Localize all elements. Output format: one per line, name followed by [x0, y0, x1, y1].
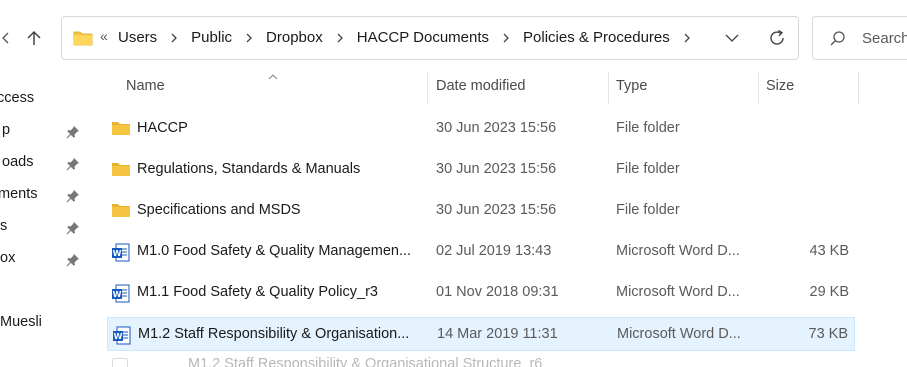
nav-item-downloads[interactable]: oads	[0, 150, 100, 178]
file-row[interactable]: W M1.1 Food Safety & Quality Policy_r3 0…	[107, 276, 855, 310]
breadcrumb-dropbox[interactable]: Dropbox	[266, 29, 323, 46]
nav-item-label: ments	[0, 186, 38, 202]
file-row[interactable]: Regulations, Standards & Manuals 30 Jun …	[107, 153, 855, 187]
search-input[interactable]: Search	[812, 16, 907, 60]
svg-text:W: W	[114, 332, 123, 341]
column-header-row: Name Date modified Type Size	[107, 72, 859, 104]
navigation-pane: ccess p oads ments s ox Muesli	[0, 72, 100, 367]
refresh-icon[interactable]	[766, 27, 788, 52]
file-name: HACCP	[137, 120, 188, 136]
nav-item-dropbox[interactable]: ox	[0, 246, 100, 274]
svg-text:W: W	[113, 249, 122, 258]
nav-item-label: ox	[0, 250, 16, 266]
sort-ascending-icon	[267, 68, 279, 84]
column-divider[interactable]	[858, 72, 859, 104]
nav-item-label: ccess	[0, 90, 35, 106]
up-arrow-icon[interactable]	[20, 24, 48, 52]
file-date-modified: 01 Nov 2018 09:31	[436, 284, 559, 300]
file-name: Regulations, Standards & Manuals	[137, 161, 361, 177]
breadcrumb-public[interactable]: Public	[191, 29, 232, 46]
file-name: M1.2 Staff Responsibility & Organisation…	[138, 326, 410, 342]
file-type: Microsoft Word D...	[616, 243, 740, 259]
file-size: 43 KB	[809, 243, 850, 259]
breadcrumb-haccp-documents[interactable]: HACCP Documents	[357, 29, 489, 46]
file-date-modified: 30 Jun 2023 15:56	[436, 202, 557, 218]
file-size: 73 KB	[808, 326, 849, 342]
file-name: M1.1 Food Safety & Quality Policy_r3	[137, 284, 378, 300]
nav-item-desktop[interactable]: p	[0, 118, 100, 146]
chevron-right-icon[interactable]	[683, 32, 691, 44]
pin-icon	[66, 125, 80, 142]
file-type: File folder	[616, 161, 680, 177]
column-header-size[interactable]: Size	[766, 78, 794, 94]
chevron-right-icon[interactable]	[502, 32, 510, 44]
file-date-modified: 02 Jul 2019 13:43	[436, 243, 552, 259]
file-type: File folder	[616, 202, 680, 218]
word-document-icon: W	[112, 326, 132, 349]
file-name: M1.0 Food Safety & Quality Managemen...	[137, 243, 412, 259]
folder-icon	[111, 161, 131, 180]
search-icon	[829, 30, 847, 51]
nav-item-label: oads	[2, 154, 34, 170]
column-header-name[interactable]: Name	[126, 78, 165, 94]
nav-item-quick-access[interactable]: ccess	[0, 86, 100, 114]
chevron-right-icon[interactable]	[336, 32, 344, 44]
nav-item-documents[interactable]: ments	[0, 182, 100, 210]
file-name: Specifications and MSDS	[137, 202, 301, 218]
breadcrumb-overflow-icon[interactable]: «	[100, 28, 108, 44]
chevron-right-icon[interactable]	[245, 32, 253, 44]
file-row[interactable]: HACCP 30 Jun 2023 15:56 File folder	[107, 112, 855, 146]
folder-icon	[73, 29, 93, 50]
navigation-toolbar: « Users Public Dropbox HACCP Documents P…	[0, 0, 907, 72]
nav-item-label: Muesli	[0, 314, 42, 330]
file-date-modified: 30 Jun 2023 15:56	[436, 161, 557, 177]
breadcrumb-policies-procedures[interactable]: Policies & Procedures	[523, 29, 670, 46]
file-date-modified: 30 Jun 2023 15:56	[436, 120, 557, 136]
pin-icon	[66, 189, 80, 206]
address-bar[interactable]: « Users Public Dropbox HACCP Documents P…	[61, 16, 799, 60]
nav-item-label: p	[2, 122, 11, 138]
column-header-date-modified[interactable]: Date modified	[436, 78, 525, 94]
folder-icon	[111, 120, 131, 139]
document-icon	[112, 358, 128, 367]
file-row-selected[interactable]: W M1.2 Staff Responsibility & Organisati…	[107, 317, 855, 351]
chevron-down-icon[interactable]	[724, 31, 740, 48]
filename-tooltip: M1.2 Staff Responsibility & Organisation…	[188, 356, 543, 367]
file-row[interactable]: Specifications and MSDS 30 Jun 2023 15:5…	[107, 194, 855, 228]
column-divider[interactable]	[427, 72, 428, 104]
file-type: File folder	[616, 120, 680, 136]
back-arrow-icon[interactable]	[0, 24, 20, 52]
pin-icon	[66, 157, 80, 174]
file-size: 29 KB	[809, 284, 850, 300]
nav-item-muesli[interactable]: Muesli	[0, 310, 100, 338]
breadcrumb-users[interactable]: Users	[118, 29, 157, 46]
pin-icon	[66, 221, 80, 238]
column-divider[interactable]	[758, 72, 759, 104]
pin-icon	[66, 253, 80, 270]
file-type: Microsoft Word D...	[616, 284, 740, 300]
file-type: Microsoft Word D...	[617, 326, 741, 342]
column-header-type[interactable]: Type	[616, 78, 647, 94]
svg-text:W: W	[113, 290, 122, 299]
folder-icon	[111, 202, 131, 221]
nav-item-label: s	[0, 218, 8, 234]
word-document-icon: W	[111, 243, 131, 266]
chevron-right-icon[interactable]	[170, 32, 178, 44]
search-placeholder: Search	[862, 30, 907, 47]
nav-item-pictures[interactable]: s	[0, 214, 100, 242]
file-date-modified: 14 Mar 2019 11:31	[437, 326, 558, 342]
word-document-icon: W	[111, 284, 131, 307]
column-divider[interactable]	[608, 72, 609, 104]
breadcrumb: Users Public Dropbox HACCP Documents Pol…	[118, 29, 704, 46]
file-row[interactable]: W M1.0 Food Safety & Quality Managemen..…	[107, 235, 855, 269]
